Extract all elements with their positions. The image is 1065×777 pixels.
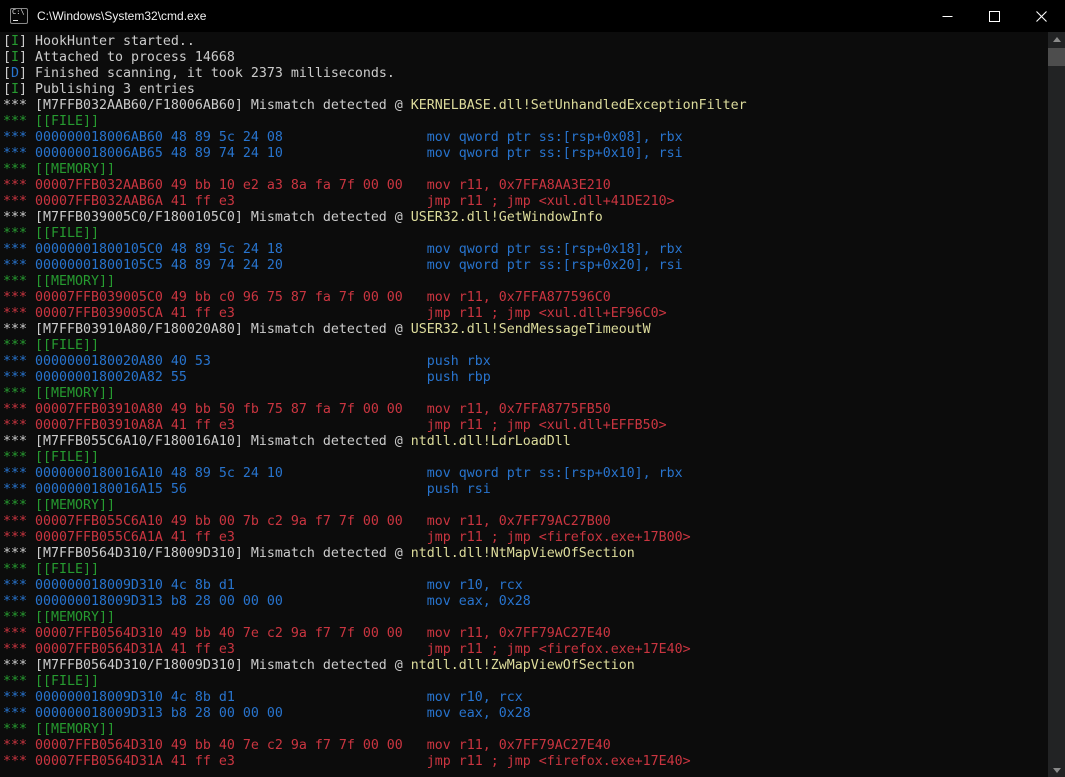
console-line: *** [M7FFB0564D310/F18009D310] Mismatch …: [3, 658, 635, 673]
scroll-up-button[interactable]: [1048, 32, 1065, 46]
console-line: *** [M7FFB032AAB60/F18006AB60] Mismatch …: [3, 98, 747, 113]
title-bar[interactable]: C:\ C:\Windows\System32\cmd.exe: [0, 0, 1065, 32]
console-line: *** 00007FFB039005C0 49 bb c0 96 75 87 f…: [3, 290, 611, 305]
console-line: *** 000000018009D310 4c 8b d1 mov r10, rc…: [3, 578, 523, 593]
console-line: *** 00007FFB032AAB6A 41 ff e3 jmp r11 ; j…: [3, 194, 675, 209]
console-line: *** 00007FFB0564D310 49 bb 40 7e c2 9a f…: [3, 626, 611, 641]
maximize-button[interactable]: [971, 0, 1018, 32]
console-line: *** [M7FFB03910A80/F180020A80] Mismatch …: [3, 322, 651, 337]
scroll-down-button[interactable]: [1048, 763, 1065, 777]
console-line: [I] Publishing 3 entries: [3, 82, 195, 97]
console-output: [I] HookHunter started.. [I] Attached to …: [0, 32, 1048, 777]
console-line: *** [[MEMORY]]: [3, 498, 115, 513]
console-line: *** 000000018006AB65 48 89 74 24 10 mov q…: [3, 146, 683, 161]
scroll-down-icon: [1052, 767, 1061, 773]
console-line: *** 00007FFB055C6A1A 41 ff e3 jmp r11 ; j…: [3, 530, 691, 545]
scroll-up-icon: [1052, 36, 1061, 42]
console-line: *** 000000018009D313 b8 28 00 00 00 mov e…: [3, 594, 531, 609]
console-line: *** 0000000180016A10 48 89 5c 24 10 mov q…: [3, 466, 683, 481]
close-button[interactable]: [1018, 0, 1065, 32]
console-line: *** [[FILE]]: [3, 114, 99, 129]
console-line: *** [[MEMORY]]: [3, 722, 115, 737]
maximize-icon: [989, 10, 1000, 22]
console-line: *** [[MEMORY]]: [3, 610, 115, 625]
console-line: *** [M7FFB0564D310/F18009D310] Mismatch …: [3, 546, 635, 561]
console-line: *** [[FILE]]: [3, 450, 99, 465]
console-line: *** 00007FFB0564D310 49 bb 40 7e c2 9a f…: [3, 738, 611, 753]
console-line: *** 00007FFB032AAB60 49 bb 10 e2 a3 8a f…: [3, 178, 611, 193]
console-line: [I] HookHunter started..: [3, 34, 195, 49]
window-title: C:\Windows\System32\cmd.exe: [37, 9, 207, 23]
window-controls: [924, 0, 1065, 32]
console-line: *** [[FILE]]: [3, 338, 99, 353]
console-line: *** [[MEMORY]]: [3, 386, 115, 401]
minimize-icon: [942, 11, 953, 22]
console-line: *** 00007FFB03910A8A 41 ff e3 jmp r11 ; j…: [3, 418, 667, 433]
console-line: *** [M7FFB039005C0/F1800105C0] Mismatch …: [3, 210, 603, 225]
console-line: *** 00007FFB03910A80 49 bb 50 fb 75 87 f…: [3, 402, 611, 417]
console-line: *** 00000001800105C5 48 89 74 24 20 mov q…: [3, 258, 683, 273]
console-line: *** 000000018006AB60 48 89 5c 24 08 mov q…: [3, 130, 683, 145]
minimize-button[interactable]: [924, 0, 971, 32]
close-icon: [1036, 10, 1047, 22]
console-line: *** 000000018009D313 b8 28 00 00 00 mov e…: [3, 706, 531, 721]
console-line: *** [M7FFB055C6A10/F180016A10] Mismatch …: [3, 434, 571, 449]
cmd-prompt-icon: C:\: [10, 8, 28, 24]
console-line: *** 0000000180020A82 55 push rbp: [3, 370, 491, 385]
console-line: *** 00007FFB0564D31A 41 ff e3 jmp r11 ; j…: [3, 642, 691, 657]
console-line: *** 000000018009D310 4c 8b d1 mov r10, rc…: [3, 690, 523, 705]
console-line: *** 00007FFB0564D31A 41 ff e3 jmp r11 ; j…: [3, 754, 691, 769]
console-line: [I] Attached to process 14668: [3, 50, 235, 65]
console-line: *** 00007FFB055C6A10 49 bb 00 7b c2 9a f…: [3, 514, 611, 529]
scrollbar-thumb[interactable]: [1048, 48, 1065, 66]
console-line: *** [[FILE]]: [3, 226, 99, 241]
console-line: *** 00007FFB039005CA 41 ff e3 jmp r11 ; j…: [3, 306, 667, 321]
console-line: *** 0000000180020A80 40 53 push rbx: [3, 354, 491, 369]
console-line: *** [[FILE]]: [3, 674, 99, 689]
console-line: *** [[MEMORY]]: [3, 274, 115, 289]
console-line: *** [[MEMORY]]: [3, 162, 115, 177]
console-line: [D] Finished scanning, it took 2373 mill…: [3, 66, 395, 81]
console-line: *** 0000000180016A15 56 push rsi: [3, 482, 491, 497]
vertical-scrollbar[interactable]: [1048, 32, 1065, 777]
console-line: *** [[FILE]]: [3, 562, 99, 577]
console-line: *** 00000001800105C0 48 89 5c 24 18 mov q…: [3, 242, 683, 257]
